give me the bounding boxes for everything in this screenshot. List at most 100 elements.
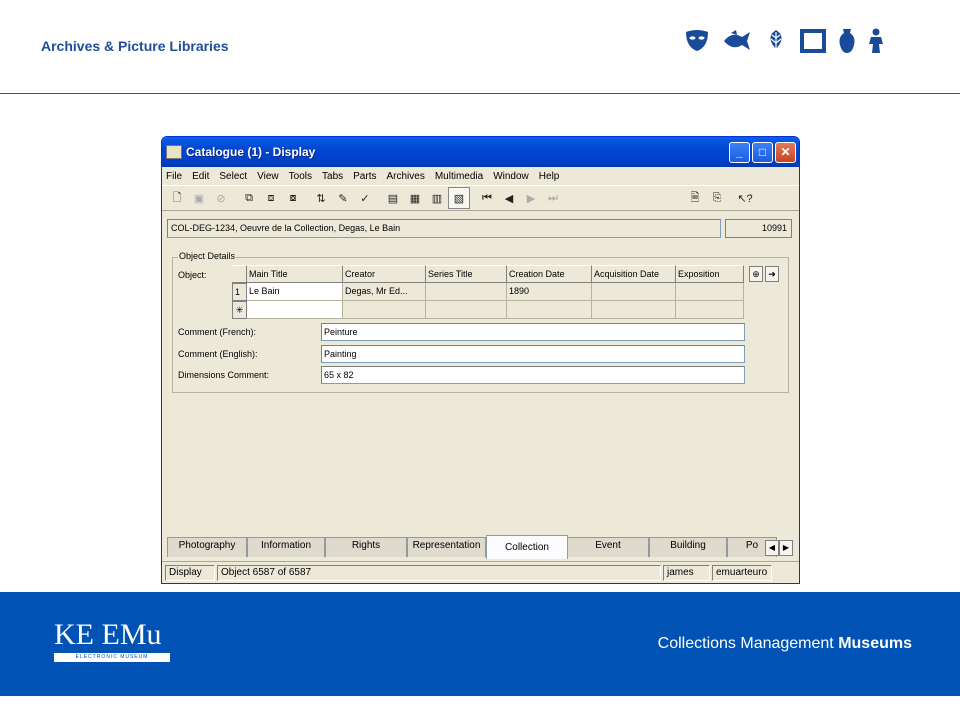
column-header-acquisition-date[interactable]: Acquisition Date bbox=[592, 265, 676, 283]
copy-icon[interactable]: ⎘ bbox=[706, 187, 728, 209]
list-view-icon[interactable]: ▦ bbox=[404, 187, 426, 209]
column-header-main-title[interactable]: Main Title bbox=[247, 265, 343, 283]
frame-icon bbox=[800, 29, 826, 53]
maximize-button[interactable]: □ bbox=[752, 141, 773, 163]
cell-new-acquisition-date[interactable] bbox=[592, 301, 676, 319]
attach-icon[interactable]: 🗎 bbox=[684, 187, 706, 209]
menu-tabs[interactable]: Tabs bbox=[322, 171, 343, 182]
menu-view[interactable]: View bbox=[257, 171, 279, 182]
cell-creation-date[interactable]: 1890 bbox=[507, 283, 592, 301]
column-header-creator[interactable]: Creator bbox=[343, 265, 426, 283]
mask-icon bbox=[686, 30, 708, 51]
object-grid: Main Title Creator Series Title Creation… bbox=[232, 265, 744, 319]
tab-event[interactable]: Event bbox=[567, 537, 649, 557]
tagline-bold: Museums bbox=[838, 635, 912, 652]
tab-strip: Photography Information Rights Represent… bbox=[167, 535, 797, 559]
cell-exposition[interactable] bbox=[676, 283, 744, 301]
leaf-icon bbox=[770, 30, 782, 52]
cell-new-series-title[interactable] bbox=[426, 301, 507, 319]
attach-record-icon[interactable]: ⊕ bbox=[749, 266, 763, 282]
dimensions-comment-label: Dimensions Comment: bbox=[178, 370, 270, 380]
menu-window[interactable]: Window bbox=[493, 171, 529, 182]
cancel-icon[interactable]: ⊘ bbox=[210, 187, 232, 209]
record-number-field: 10991 bbox=[725, 219, 792, 238]
edit-icon[interactable]: ✎ bbox=[332, 187, 354, 209]
open-record-icon[interactable]: ➜ bbox=[765, 266, 779, 282]
tab-scroll-left-icon[interactable]: ◀ bbox=[765, 540, 779, 556]
close-button[interactable]: ✕ bbox=[775, 141, 796, 163]
menu-archives[interactable]: Archives bbox=[386, 171, 424, 182]
comment-english-field[interactable]: Painting bbox=[321, 345, 745, 363]
minimize-button[interactable]: _ bbox=[729, 141, 750, 163]
tab-rights[interactable]: Rights bbox=[325, 537, 407, 557]
grid-header: Main Title Creator Series Title Creation… bbox=[232, 265, 744, 283]
menu-help[interactable]: Help bbox=[539, 171, 560, 182]
record-summary-field: COL-DEG-1234, Oeuvre de la Collection, D… bbox=[167, 219, 721, 238]
status-database: emuarteuro bbox=[712, 565, 772, 581]
status-mode: Display bbox=[165, 565, 215, 581]
page-view-icon[interactable]: ▥ bbox=[426, 187, 448, 209]
spellcheck-icon[interactable]: ✓ bbox=[354, 187, 376, 209]
column-header-creation-date[interactable]: Creation Date bbox=[507, 265, 592, 283]
tab-representation[interactable]: Representation bbox=[407, 537, 486, 557]
table-row[interactable]: 1 Le Bain Degas, Mr Ed... 1890 bbox=[232, 283, 744, 301]
tab-scroll-right-icon[interactable]: ▶ bbox=[779, 540, 793, 556]
query-icon[interactable]: ⧉ bbox=[238, 187, 260, 209]
app-icon bbox=[166, 145, 182, 159]
details-view-icon[interactable]: ▤ bbox=[382, 187, 404, 209]
grid-side-buttons: ⊕ ➜ bbox=[749, 266, 779, 282]
page-title: Archives & Picture Libraries bbox=[41, 38, 229, 54]
footer-band: KE EMu ELECTRONIC MUSEUM Collections Man… bbox=[0, 592, 960, 696]
cell-new-main-title[interactable] bbox=[247, 301, 343, 319]
menu-bar: File Edit Select View Tools Tabs Parts A… bbox=[162, 167, 799, 185]
logo-text: KE EMu bbox=[54, 618, 162, 651]
cell-new-exposition[interactable] bbox=[676, 301, 744, 319]
delete-record-icon[interactable]: ⧈ bbox=[260, 187, 282, 209]
cell-series-title[interactable] bbox=[426, 283, 507, 301]
tab-collection[interactable]: Collection bbox=[486, 535, 568, 559]
slide: Archives & Picture Libraries Catalogue (… bbox=[0, 0, 960, 720]
menu-edit[interactable]: Edit bbox=[192, 171, 209, 182]
cell-main-title[interactable]: Le Bain bbox=[247, 283, 343, 301]
cell-new-creation-date[interactable] bbox=[507, 301, 592, 319]
tab-information[interactable]: Information bbox=[247, 537, 325, 557]
help-pointer-icon[interactable]: ↖? bbox=[734, 187, 756, 209]
toolbar: 🗋 ▣ ⊘ ⧉ ⧈ ⧇ ⇅ ✎ ✓ ▤ ▦ ▥ ▧ ⏮ ◀ ▶ ⏭ 🗎 ⎘ ↖? bbox=[162, 185, 799, 211]
window-title: Catalogue (1) - Display bbox=[186, 145, 316, 159]
column-header-exposition[interactable]: Exposition bbox=[676, 265, 744, 283]
footer-tagline: Collections Management Museums bbox=[658, 635, 912, 653]
menu-parts[interactable]: Parts bbox=[353, 171, 376, 182]
tab-scroll-buttons: ◀ ▶ bbox=[765, 540, 793, 556]
dimensions-comment-field[interactable]: 65 x 82 bbox=[321, 366, 745, 384]
window-titlebar[interactable]: Catalogue (1) - Display _ □ ✕ bbox=[162, 137, 799, 167]
comment-french-field[interactable]: Peinture bbox=[321, 323, 745, 341]
save-icon[interactable]: ▣ bbox=[188, 187, 210, 209]
figure-icon bbox=[869, 28, 883, 53]
menu-select[interactable]: Select bbox=[219, 171, 247, 182]
ke-emu-logo: KE EMu ELECTRONIC MUSEUM bbox=[54, 620, 170, 662]
menu-multimedia[interactable]: Multimedia bbox=[435, 171, 483, 182]
tagline-regular: Collections Management bbox=[657, 635, 834, 652]
sort-icon[interactable]: ⇅ bbox=[310, 187, 332, 209]
first-record-icon[interactable]: ⏮ bbox=[476, 187, 498, 209]
form-view-icon[interactable]: ▧ bbox=[448, 187, 470, 209]
menu-file[interactable]: File bbox=[166, 171, 182, 182]
tab-photography[interactable]: Photography bbox=[167, 537, 247, 557]
cell-creator[interactable]: Degas, Mr Ed... bbox=[343, 283, 426, 301]
display-icon[interactable]: ⧇ bbox=[282, 187, 304, 209]
previous-record-icon[interactable]: ◀ bbox=[498, 187, 520, 209]
record-id-bar: COL-DEG-1234, Oeuvre de la Collection, D… bbox=[167, 219, 794, 239]
menu-tools[interactable]: Tools bbox=[289, 171, 312, 182]
last-record-icon[interactable]: ⏭ bbox=[542, 187, 564, 209]
new-icon[interactable]: 🗋 bbox=[166, 187, 188, 209]
fish-icon bbox=[724, 30, 750, 50]
column-header-series-title[interactable]: Series Title bbox=[426, 265, 507, 283]
vase-icon bbox=[839, 29, 855, 53]
new-row[interactable]: ✳ bbox=[232, 301, 744, 319]
tab-building[interactable]: Building bbox=[649, 537, 727, 557]
cell-new-creator[interactable] bbox=[343, 301, 426, 319]
cell-acquisition-date[interactable] bbox=[592, 283, 676, 301]
header-icons bbox=[684, 28, 886, 54]
next-record-icon[interactable]: ▶ bbox=[520, 187, 542, 209]
